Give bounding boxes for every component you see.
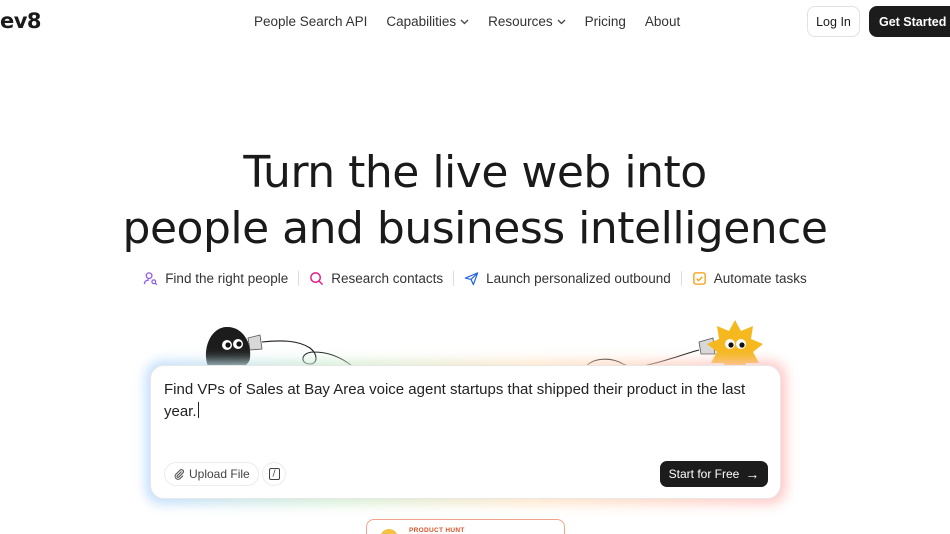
product-hunt-label: PRODUCT HUNT (409, 527, 465, 534)
feature-label: Research contacts (331, 271, 444, 286)
nav-link-label: People Search API (254, 14, 368, 29)
nav-people-search-api[interactable]: People Search API (254, 14, 367, 29)
start-for-free-label: Start for Free (668, 467, 740, 481)
upload-file-label: Upload File (189, 467, 250, 481)
nav-link-label: Capabilities (386, 14, 457, 29)
product-hunt-badge[interactable]: PRODUCT HUNT (366, 519, 565, 534)
nav-about[interactable]: About (645, 14, 680, 29)
feature-research-contacts: Research contacts (298, 271, 453, 286)
nav-links: People Search API Capabilities Resources… (254, 14, 680, 29)
paperclip-icon (174, 469, 184, 480)
slash-command-icon: / (268, 468, 280, 480)
login-button[interactable]: Log In (807, 6, 860, 37)
nav-pricing[interactable]: Pricing (585, 14, 626, 29)
send-icon (464, 272, 479, 286)
upload-file-button[interactable]: Upload File (164, 462, 259, 486)
feature-automate-tasks: Automate tasks (680, 271, 817, 286)
text-caret (197, 402, 199, 418)
headline-line-2: people and business intelligence (122, 203, 828, 254)
arrow-right-icon: → (745, 466, 760, 482)
slash-command-button[interactable]: / (262, 462, 286, 486)
prompt-text: Find VPs of Sales at Bay Area voice agen… (164, 381, 746, 420)
chevron-down-icon (460, 19, 469, 24)
chevron-down-icon (557, 19, 566, 24)
prompt-textarea[interactable]: Find VPs of Sales at Bay Area voice agen… (164, 379, 774, 423)
headline-line-1: Turn the live web into (243, 147, 707, 198)
start-for-free-button[interactable]: Start for Free → (660, 461, 768, 487)
nav-link-label: Pricing (584, 14, 626, 29)
product-hunt-medal-icon (380, 529, 398, 534)
nav-link-label: Resources (488, 14, 553, 29)
magnifier-icon (310, 272, 324, 286)
get-started-button[interactable]: Get Started (869, 6, 950, 37)
prompt-box[interactable]: Find VPs of Sales at Bay Area voice agen… (150, 365, 781, 499)
feature-launch-outbound: Launch personalized outbound (453, 271, 681, 286)
feature-label: Launch personalized outbound (486, 271, 671, 286)
feature-label: Find the right people (165, 271, 289, 286)
feature-label: Automate tasks (713, 271, 807, 286)
checkbox-icon (692, 272, 706, 285)
nav-resources[interactable]: Resources (488, 14, 566, 29)
nav-capabilities[interactable]: Capabilities (386, 14, 469, 29)
logo[interactable]: ev8 (0, 9, 42, 33)
nav-link-label: About (644, 14, 681, 29)
top-nav: ev8 People Search API Capabilities Resou… (0, 0, 950, 44)
feature-list: Find the right people Research contacts … (0, 271, 950, 286)
person-search-icon (143, 272, 158, 286)
feature-find-people: Find the right people (133, 271, 298, 286)
hero-headline: Turn the live web into people and busine… (0, 145, 950, 257)
